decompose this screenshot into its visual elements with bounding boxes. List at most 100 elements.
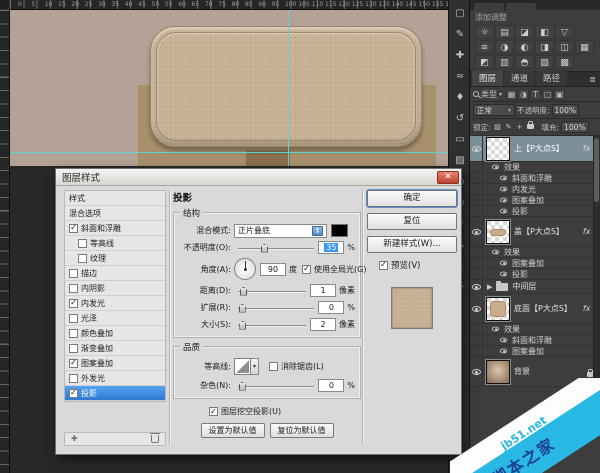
effect-row[interactable]: 图案叠加 (470, 195, 600, 206)
levels-adjustment-icon[interactable]: ▤ (495, 25, 514, 39)
size-slider[interactable] (238, 319, 306, 331)
style-checkbox[interactable] (69, 344, 78, 353)
tab-channels[interactable]: 通道 (504, 71, 535, 86)
style-checkbox[interactable] (78, 239, 87, 248)
effect-row[interactable]: 斜面和浮雕 (470, 173, 600, 184)
contour-thumbnail[interactable] (234, 358, 251, 375)
effect-row[interactable]: 投影 (470, 269, 600, 280)
visibility-eye-icon[interactable] (472, 146, 481, 152)
group-row[interactable]: ▶中间层 (470, 280, 600, 294)
visibility-eye-icon[interactable] (500, 272, 507, 277)
style-item-0[interactable]: 样式 (65, 191, 165, 206)
trash-icon[interactable] (151, 435, 159, 443)
visibility-eye-icon[interactable] (472, 284, 481, 290)
exposure-adjustment-icon[interactable]: ◧ (535, 25, 554, 39)
style-checkbox[interactable]: ✓ (69, 389, 78, 398)
visibility-eye-icon[interactable] (500, 176, 507, 181)
lock-position-icon[interactable]: + (515, 122, 525, 133)
noise-slider[interactable] (238, 380, 314, 392)
visibility-eye-icon[interactable] (500, 261, 507, 266)
healing-brush-tool-icon[interactable]: ✚ (449, 45, 471, 66)
spread-field[interactable]: 0 (318, 301, 344, 314)
visibility-eye-icon[interactable] (492, 327, 499, 332)
fill-field[interactable]: 100% (561, 121, 588, 133)
style-item-12[interactable]: 外发光 (65, 371, 165, 386)
antialias-checkbox[interactable] (269, 362, 278, 371)
posterize-adjustment-icon[interactable]: ▥ (495, 55, 514, 69)
distance-slider[interactable] (238, 285, 306, 297)
blend-mode-select[interactable]: 正常 ▾ (473, 104, 515, 116)
fx-badge[interactable]: fx (581, 304, 593, 313)
style-item-1[interactable]: 混合选项 (65, 206, 165, 221)
visibility-eye-icon[interactable] (472, 229, 481, 235)
type-filter-icon[interactable]: T (530, 89, 541, 100)
group-caret-icon[interactable]: ▶ (483, 283, 494, 291)
new-style-button[interactable]: 新建样式(W)... (367, 236, 457, 253)
brush-tool-icon[interactable]: ≈ (449, 66, 471, 87)
color-balance-adjustment-icon[interactable]: ◑ (495, 40, 514, 54)
visibility-eye-icon[interactable] (500, 349, 507, 354)
channel-mixer-adjustment-icon[interactable]: ◫ (555, 40, 574, 54)
color-lookup-adjustment-icon[interactable]: ▦ (575, 40, 594, 54)
style-checkbox[interactable] (78, 254, 87, 263)
style-item-4[interactable]: 纹理 (65, 251, 165, 266)
hue-saturation-adjustment-icon[interactable]: ≋ (475, 40, 494, 54)
add-style-icon[interactable]: ✚ (71, 433, 78, 445)
adjustment-filter-icon[interactable]: ◑ (518, 89, 529, 100)
visibility-eye-icon[interactable] (472, 306, 481, 312)
visibility-eye-icon[interactable] (492, 250, 499, 255)
style-item-5[interactable]: 描边 (65, 266, 165, 281)
blend-mode-dropdown[interactable]: 正片叠底 ↕ (234, 224, 327, 238)
selective-color-adjustment-icon[interactable]: ▩ (555, 55, 574, 69)
panel-tab-stub[interactable] (506, 3, 536, 13)
eyedropper-tool-icon[interactable]: ✎ (449, 24, 471, 45)
angle-dial[interactable] (234, 258, 256, 280)
dialog-title-bar[interactable]: 图层样式 ✕ (56, 169, 461, 186)
make-default-button[interactable]: 设置为默认值 (201, 423, 265, 438)
fx-badge[interactable]: fx (581, 227, 593, 236)
layer-row[interactable]: 背景 (470, 357, 600, 387)
invert-adjustment-icon[interactable]: ◩ (475, 55, 494, 69)
layer-thumbnail[interactable] (486, 137, 510, 161)
layer-thumbnail[interactable] (486, 360, 510, 384)
style-item-7[interactable]: ✓内发光 (65, 296, 165, 311)
opacity-field[interactable]: 100% (552, 104, 579, 116)
spread-slider[interactable] (238, 302, 314, 314)
contour-dropdown-icon[interactable]: ▾ (251, 358, 259, 375)
gradient-map-adjustment-icon[interactable]: ▧ (535, 55, 554, 69)
distance-field[interactable]: 1 (310, 284, 336, 297)
style-checkbox[interactable] (69, 374, 78, 383)
curves-adjustment-icon[interactable]: ◪ (515, 25, 534, 39)
style-checkbox[interactable] (69, 329, 78, 338)
style-item-8[interactable]: 光泽 (65, 311, 165, 326)
opacity-slider[interactable] (238, 242, 314, 254)
eraser-tool-icon[interactable]: ▭ (449, 129, 471, 150)
smart-object-filter-icon[interactable]: ▣ (554, 89, 565, 100)
visibility-eye-icon[interactable] (500, 338, 507, 343)
style-checkbox[interactable]: ✓ (69, 224, 78, 233)
style-checkbox[interactable]: ✓ (69, 359, 78, 368)
style-checkbox[interactable] (69, 269, 78, 278)
photo-filter-adjustment-icon[interactable]: ◨ (535, 40, 554, 54)
effects-header-row[interactable]: 效果 (470, 324, 600, 335)
close-icon[interactable]: ✕ (437, 171, 459, 184)
layer-row[interactable]: 上【P大点S】fx▴ (470, 136, 600, 162)
lock-transparency-icon[interactable]: ▨ (493, 122, 503, 133)
noise-field[interactable]: 0 (318, 379, 344, 392)
effects-header-row[interactable]: 效果 (470, 247, 600, 258)
fx-badge[interactable]: fx (581, 144, 593, 153)
filter-kind-label[interactable]: 类型 (481, 89, 497, 100)
visibility-eye-icon[interactable] (500, 198, 507, 203)
style-item-3[interactable]: 等高线 (65, 236, 165, 251)
layer-row[interactable]: 底面【P大点S】fx▴ (470, 294, 600, 324)
style-item-2[interactable]: ✓斜面和浮雕 (65, 221, 165, 236)
preview-checkbox[interactable]: ✓ (379, 261, 388, 270)
lock-pixels-icon[interactable]: ✎ (504, 122, 514, 133)
visibility-eye-icon[interactable] (500, 209, 507, 214)
scrollbar-thumb[interactable] (594, 138, 599, 202)
lock-all-icon[interactable] (526, 122, 536, 133)
global-light-checkbox[interactable]: ✓ (302, 265, 311, 274)
layer-row[interactable]: 盖【P大点S】fx▴ (470, 217, 600, 247)
style-item-6[interactable]: 内阴影 (65, 281, 165, 296)
brightness-contrast-adjustment-icon[interactable]: ☼ (475, 25, 494, 39)
